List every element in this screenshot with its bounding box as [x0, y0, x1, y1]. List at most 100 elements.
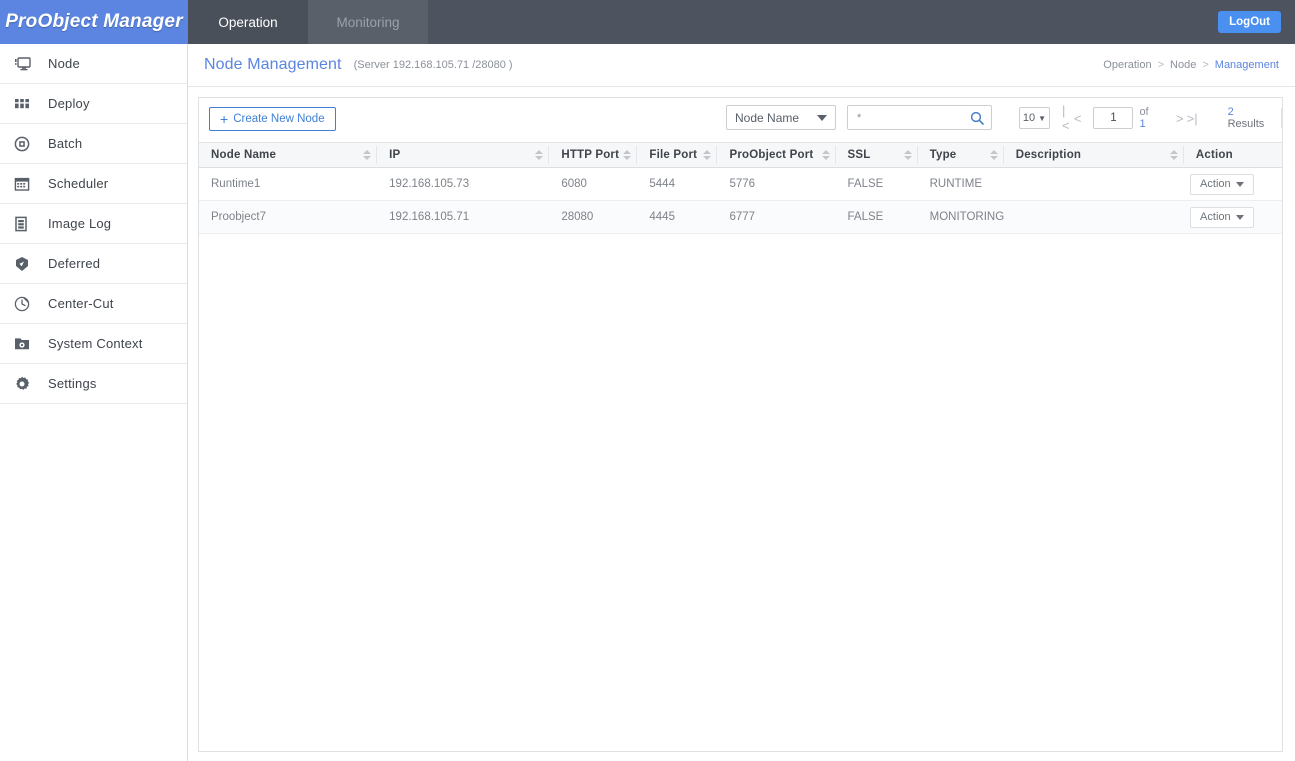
search-input[interactable] [855, 110, 965, 125]
results-number: 2 [1227, 106, 1234, 118]
tab-monitoring-label: Monitoring [336, 14, 400, 30]
column-http-port-label: HTTP Port [561, 149, 620, 161]
sidebar-item-deploy[interactable]: Deploy [0, 84, 187, 124]
badge-icon [14, 256, 42, 272]
column-node-name-label: Node Name [211, 149, 277, 161]
chevron-down-icon [817, 114, 827, 121]
application-window: ProObject Manager Operation Monitoring L… [0, 0, 1295, 761]
column-type[interactable]: Type [917, 142, 1004, 168]
sort-icon[interactable] [989, 150, 998, 160]
sidebar-item-settings[interactable]: Settings [0, 364, 187, 404]
table-header-row: Node Name IP HTTP Port File Port ProObje… [199, 142, 1282, 168]
content-panel: + Create New Node Node Name 10 [198, 97, 1283, 752]
column-node-name[interactable]: Node Name [199, 142, 378, 168]
column-ssl-label: SSL [847, 149, 871, 161]
column-http-port[interactable]: HTTP Port [549, 142, 638, 168]
sort-icon[interactable] [1169, 150, 1178, 160]
results-count: 2 Results [1218, 106, 1269, 130]
table-row[interactable]: Runtime1 192.168.105.73 6080 5444 5776 F… [199, 167, 1282, 201]
cell-action: Action [1183, 200, 1282, 234]
sort-icon[interactable] [703, 150, 712, 160]
sidebar-item-scheduler-label: Scheduler [48, 176, 109, 191]
pagination-prev-arrows: |< < [1062, 103, 1082, 133]
chevron-down-icon [1235, 214, 1244, 220]
sidebar-item-deferred[interactable]: Deferred [0, 244, 187, 284]
cell-file-port: 4445 [637, 200, 718, 234]
column-description[interactable]: Description [1003, 142, 1184, 168]
cell-type: MONITORING [917, 200, 1004, 234]
cell-ip: 192.168.105.71 [377, 200, 550, 234]
logout-area: LogOut [1218, 0, 1295, 44]
column-file-port[interactable]: File Port [637, 142, 718, 168]
column-type-label: Type [929, 149, 957, 161]
sort-icon[interactable] [623, 150, 632, 160]
page-total-label: of 1 [1139, 106, 1156, 130]
cell-ssl: FALSE [835, 200, 918, 234]
table-row[interactable]: Proobject7 192.168.105.71 28080 4445 677… [199, 200, 1282, 234]
search-box[interactable] [847, 105, 992, 130]
search-icon[interactable] [970, 111, 984, 125]
results-label: Results [1227, 118, 1265, 130]
sort-icon[interactable] [903, 150, 912, 160]
next-page-button[interactable]: > [1176, 111, 1184, 126]
chevron-down-icon: ▼ [1038, 113, 1047, 123]
breadcrumb-item-operation[interactable]: Operation [1103, 59, 1151, 71]
clock-icon [14, 296, 42, 312]
sidebar-item-system-context-label: System Context [48, 336, 143, 351]
tab-operation[interactable]: Operation [188, 0, 308, 44]
cell-action: Action [1183, 167, 1282, 201]
breadcrumb-separator: > [1202, 59, 1209, 71]
first-page-button[interactable]: |< [1062, 103, 1071, 133]
main-area: Node Management (Server 192.168.105.71 /… [188, 44, 1295, 761]
sidebar-item-settings-label: Settings [48, 376, 97, 391]
column-file-port-label: File Port [649, 149, 698, 161]
grid-icon [14, 97, 42, 111]
filter-field-value: Node Name [735, 110, 800, 125]
cell-http-port: 28080 [549, 200, 638, 234]
column-proobject-port[interactable]: ProObject Port [717, 142, 836, 168]
batch-icon [14, 136, 42, 152]
column-ip[interactable]: IP [377, 142, 550, 168]
cell-description [1003, 200, 1184, 234]
column-ssl[interactable]: SSL [835, 142, 918, 168]
tab-monitoring[interactable]: Monitoring [308, 0, 428, 44]
total-pages: 1 [1139, 118, 1146, 130]
of-label: of [1139, 106, 1149, 118]
node-table: Node Name IP HTTP Port File Port ProObje… [199, 142, 1282, 234]
filter-field-select[interactable]: Node Name [726, 105, 836, 130]
page-size-select[interactable]: 10 ▼ [1019, 107, 1050, 129]
cell-proobject-port: 5776 [717, 167, 836, 201]
sort-icon[interactable] [821, 150, 830, 160]
sidebar-item-image-log-label: Image Log [48, 216, 112, 231]
document-icon [14, 216, 42, 232]
top-bar: ProObject Manager Operation Monitoring L… [0, 0, 1295, 44]
cell-proobject-port: 6777 [717, 200, 836, 234]
monitor-icon [14, 56, 42, 72]
last-page-button[interactable]: >| [1187, 111, 1198, 126]
column-action-label: Action [1195, 149, 1233, 161]
cell-ip: 192.168.105.73 [377, 167, 550, 201]
breadcrumb-item-node[interactable]: Node [1170, 59, 1196, 71]
row-action-button[interactable]: Action [1189, 173, 1254, 195]
cell-ssl: FALSE [835, 167, 918, 201]
sidebar-item-node-label: Node [48, 56, 80, 71]
sidebar-item-center-cut[interactable]: Center-Cut [0, 284, 187, 324]
sidebar-item-system-context[interactable]: System Context [0, 324, 187, 364]
sidebar-item-image-log[interactable]: Image Log [0, 204, 187, 244]
cell-file-port: 5444 [637, 167, 718, 201]
logout-button[interactable]: LogOut [1218, 11, 1281, 33]
page-subtitle: (Server 192.168.105.71 /28080 ) [353, 58, 513, 71]
prev-page-button[interactable]: < [1074, 111, 1082, 126]
sidebar-item-node[interactable]: Node [0, 44, 187, 84]
page-number-input[interactable] [1093, 107, 1134, 129]
sort-icon[interactable] [535, 150, 544, 160]
page-title: Node Management [204, 56, 342, 73]
sidebar-item-batch[interactable]: Batch [0, 124, 187, 164]
tab-operation-label: Operation [218, 14, 278, 30]
sidebar-item-scheduler[interactable]: Scheduler [0, 164, 187, 204]
create-new-node-button[interactable]: + Create New Node [209, 107, 336, 131]
row-action-button[interactable]: Action [1189, 206, 1254, 228]
breadcrumb: Operation > Node > Management [1103, 59, 1279, 71]
sort-icon[interactable] [363, 150, 372, 160]
table-header: Node Name IP HTTP Port File Port ProObje… [199, 142, 1282, 168]
